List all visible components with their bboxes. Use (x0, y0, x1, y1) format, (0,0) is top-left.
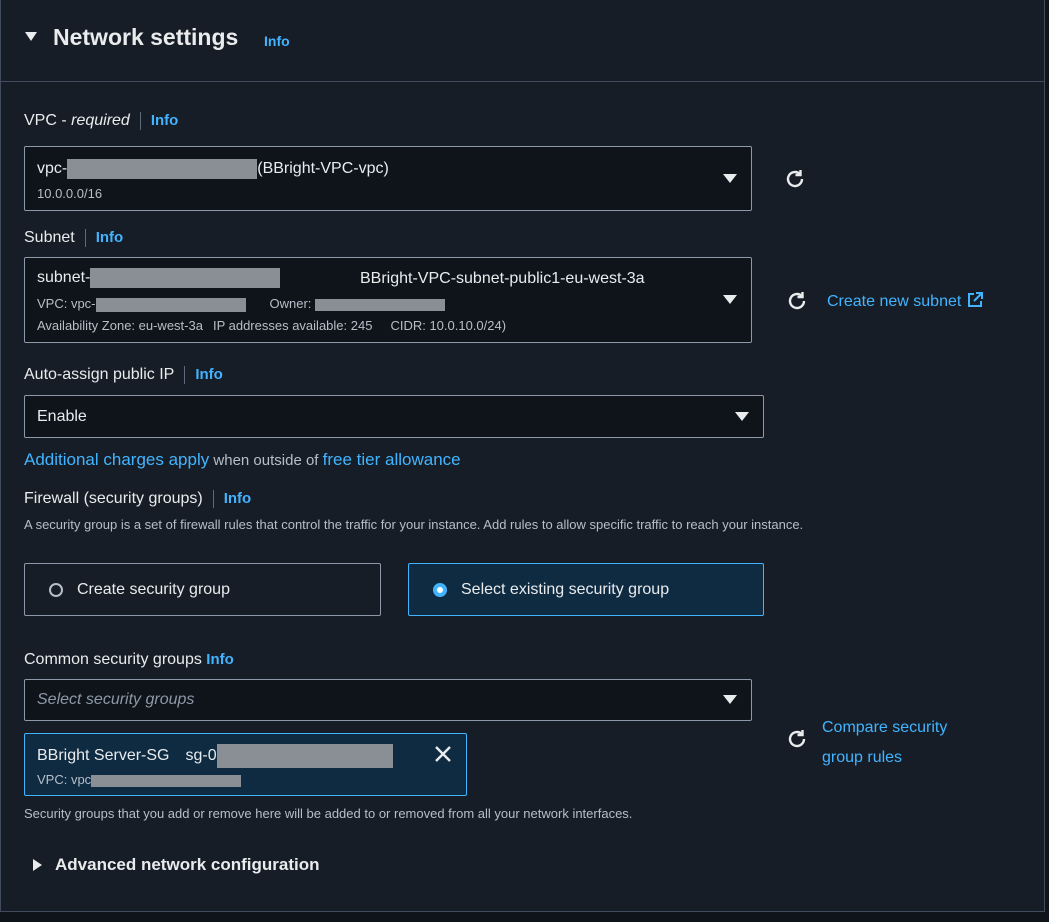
token-title: BBright Server-SG sg-0 (37, 744, 393, 768)
subnet-details-row: Availability Zone: eu-west-3a IP addresse… (37, 318, 506, 333)
public-ip-label: Auto-assign public IP Info (24, 366, 223, 384)
subnet-select[interactable]: subnet- BBright-VPC-subnet-public1-eu-we… (24, 257, 752, 343)
vpc-value: vpc- (BBright-VPC-vpc) (37, 159, 389, 179)
external-link-icon (967, 292, 983, 307)
collapse-caret-icon[interactable] (25, 32, 37, 41)
radio-checked-icon (433, 583, 447, 597)
radio-unchecked-icon (49, 583, 63, 597)
section-title: Network settings (53, 24, 239, 50)
compare-link-line1: Compare security (822, 719, 948, 736)
vpc-name: (BBright-VPC-vpc) (257, 160, 389, 178)
vpc-label: VPC - required Info (24, 112, 178, 130)
firewall-description: A security group is a set of firewall ru… (24, 517, 804, 532)
subnet-prefix-row: subnet- (37, 268, 281, 288)
public-ip-info-link[interactable]: Info (195, 366, 223, 383)
redacted-block (91, 774, 242, 787)
subnet-vpc-label: VPC: vpc- (37, 296, 96, 311)
network-settings-panel: Network settings Info VPC - required Info… (0, 0, 1045, 912)
security-group-token: BBright Server-SG sg-0 VPC: vpc (24, 733, 467, 796)
free-tier-link[interactable]: free tier allowance (323, 450, 461, 469)
chevron-down-icon (735, 412, 749, 421)
vpc-cidr: 10.0.0.0/16 (37, 186, 103, 201)
subnet-owner-label: Owner: (269, 296, 312, 311)
token-vpc-label: VPC: vpc (37, 772, 92, 787)
subnet-vpc-row: VPC: vpc- Owner: (37, 296, 446, 312)
subnet-cidr: CIDR: 10.0.10.0/24) (390, 318, 507, 333)
common-sg-label: Common security groups Info (24, 651, 234, 669)
subnet-label-text: Subnet (24, 229, 75, 247)
subnet-name: BBright-VPC-subnet-public1-eu-west-3a (360, 270, 645, 287)
chevron-down-icon (723, 695, 737, 704)
select-existing-security-group-option[interactable]: Select existing security group (408, 563, 764, 616)
vpc-label-text: VPC - (24, 112, 72, 130)
create-subnet-text: Create new subnet (827, 293, 962, 310)
subnet-info-link[interactable]: Info (96, 229, 124, 246)
advanced-expand-icon[interactable] (33, 859, 42, 871)
subnet-prefix: subnet- (37, 269, 91, 287)
security-groups-placeholder: Select security groups (37, 691, 195, 708)
create-sg-label: Create security group (77, 581, 230, 598)
subnet-az: Availability Zone: eu-west-3a (37, 318, 203, 333)
firewall-label-text: Firewall (security groups) (24, 490, 203, 508)
subnet-label: Subnet Info (24, 229, 123, 247)
redacted-block (67, 159, 258, 179)
token-vpc: VPC: vpc (37, 772, 242, 787)
refresh-icon[interactable] (785, 289, 809, 318)
redacted-block (315, 298, 446, 311)
close-icon[interactable] (433, 744, 453, 769)
public-ip-label-text: Auto-assign public IP (24, 366, 175, 384)
refresh-icon[interactable] (783, 167, 807, 196)
charges-note: Additional charges apply when outside of… (24, 450, 461, 470)
section-info-link[interactable]: Info (264, 33, 290, 49)
common-sg-info-link[interactable]: Info (206, 651, 234, 668)
select-existing-sg-label: Select existing security group (461, 581, 670, 598)
additional-charges-link[interactable]: Additional charges apply (24, 450, 209, 469)
advanced-network-configuration-toggle[interactable]: Advanced network configuration (55, 855, 319, 875)
compare-link-line2: group rules (822, 749, 903, 766)
charges-text: when outside of (209, 452, 323, 469)
redacted-block (216, 744, 393, 768)
refresh-icon[interactable] (785, 727, 809, 756)
common-sg-label-text: Common security groups (24, 651, 202, 668)
security-groups-select[interactable]: Select security groups (24, 679, 752, 721)
compare-security-group-rules-link[interactable]: Compare security group rules (822, 713, 947, 773)
subnet-ips: IP addresses available: 245 (212, 318, 373, 333)
security-groups-note: Security groups that you add or remove h… (24, 806, 633, 821)
public-ip-value: Enable (37, 408, 87, 425)
create-security-group-option[interactable]: Create security group (24, 563, 381, 616)
redacted-block (90, 268, 281, 288)
vpc-select[interactable]: vpc- (BBright-VPC-vpc) 10.0.0.0/16 (24, 146, 752, 211)
chevron-down-icon (723, 174, 737, 183)
firewall-info-link[interactable]: Info (224, 490, 252, 507)
vpc-info-link[interactable]: Info (151, 112, 179, 129)
vpc-required-text: required (71, 112, 130, 130)
redacted-block (95, 297, 246, 312)
vpc-prefix: vpc- (37, 160, 68, 178)
token-id: sg-0 (185, 747, 217, 765)
firewall-label: Firewall (security groups) Info (24, 490, 251, 508)
chevron-down-icon (723, 295, 737, 304)
section-header: Network settings Info (1, 0, 1044, 82)
public-ip-select[interactable]: Enable (24, 395, 764, 438)
token-name: BBright Server-SG (37, 747, 170, 765)
create-new-subnet-link[interactable]: Create new subnet (827, 291, 984, 311)
